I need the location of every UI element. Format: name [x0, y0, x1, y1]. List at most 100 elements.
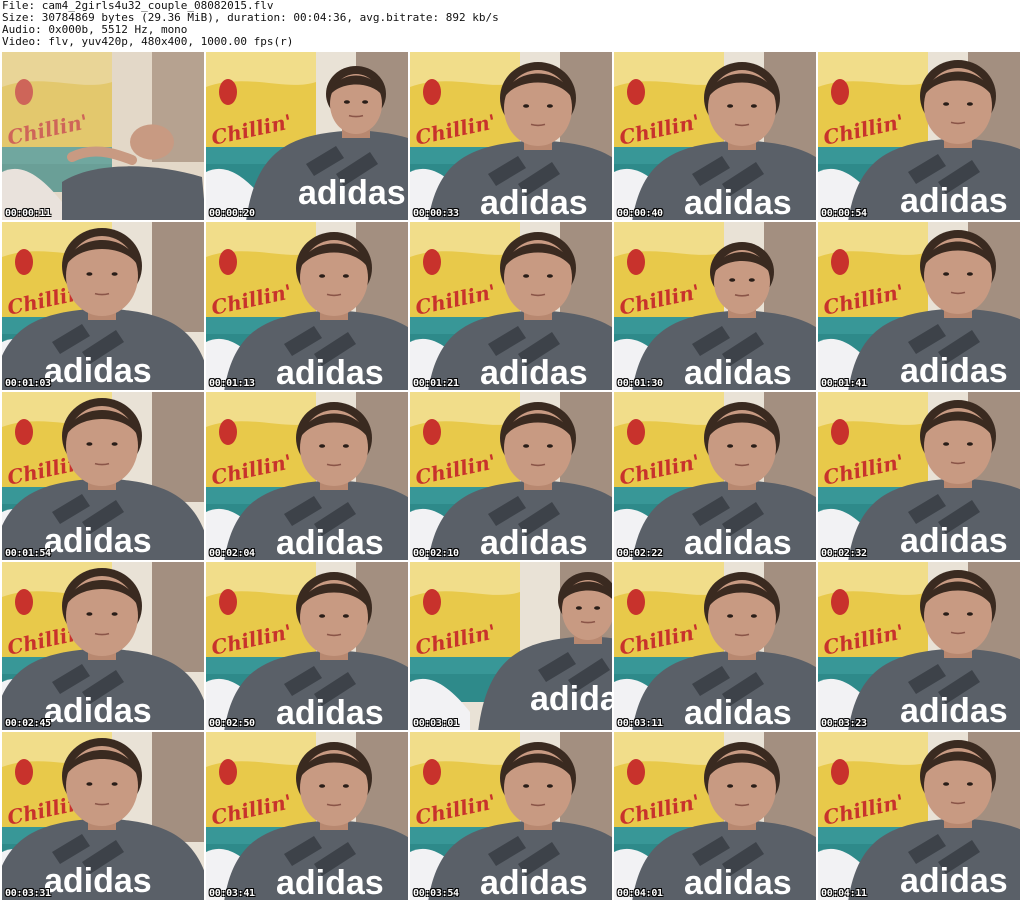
svg-text:adidas: adidas: [480, 524, 588, 560]
svg-text:adidas: adidas: [530, 680, 612, 718]
video-thumbnail: Chillin' adidas 00:01:41: [818, 222, 1020, 390]
video-thumbnail: Chillin'adidas00:03:01: [410, 562, 612, 730]
thumbnail-timestamp: 00:04:01: [617, 888, 663, 899]
thumbnail-timestamp: 00:01:54: [5, 548, 51, 559]
thumbnail-timestamp: 00:03:54: [413, 888, 459, 899]
thumbnail-timestamp: 00:02:04: [209, 548, 255, 559]
thumbnail-timestamp: 00:01:21: [413, 378, 459, 389]
thumbnail-image: Chillin'adidas: [614, 732, 816, 900]
video-info-line: Video: flv, yuv420p, 480x400, 1000.00 fp…: [2, 35, 294, 48]
svg-text:adidas: adidas: [44, 522, 152, 560]
thumbnail-image: Chillin'adidas: [614, 52, 816, 220]
svg-text:adidas: adidas: [276, 524, 384, 560]
thumbnail-image: Chillin': [2, 52, 204, 220]
video-thumbnail: Chillin' adidas 00:03:11: [614, 562, 816, 730]
svg-text:adidas: adidas: [276, 864, 384, 900]
thumbnail-image: Chillin'adidas: [614, 392, 816, 560]
thumbnail-timestamp: 00:03:31: [5, 888, 51, 899]
video-thumbnail: Chillin' adidas 00:02:45: [2, 562, 204, 730]
video-thumbnail: Chillin' adidas 00:02:04: [206, 392, 408, 560]
svg-text:adidas: adidas: [900, 692, 1008, 730]
video-thumbnail: Chillin' 00:00:11: [2, 52, 204, 220]
svg-text:adidas: adidas: [900, 522, 1008, 560]
video-thumbnail: Chillin' adidas 00:03:23: [818, 562, 1020, 730]
thumbnail-timestamp: 00:00:40: [617, 208, 663, 219]
svg-text:adidas: adidas: [480, 184, 588, 220]
svg-text:adidas: adidas: [684, 694, 792, 730]
thumbnail-timestamp: 00:00:20: [209, 208, 255, 219]
video-thumbnail: Chillin' adidas 00:04:11: [818, 732, 1020, 900]
svg-text:adidas: adidas: [44, 352, 152, 390]
thumbnail-image: Chillin'adidas: [206, 392, 408, 560]
thumbnail-image: Chillin'adidas: [410, 732, 612, 900]
svg-text:adidas: adidas: [276, 354, 384, 390]
svg-text:adidas: adidas: [44, 862, 152, 900]
thumbnail-timestamp: 00:02:10: [413, 548, 459, 559]
svg-text:adidas: adidas: [480, 354, 588, 390]
svg-text:adidas: adidas: [900, 862, 1008, 900]
video-thumbnail: Chillin' adidas 00:02:10: [410, 392, 612, 560]
thumbnail-timestamp: 00:01:03: [5, 378, 51, 389]
video-thumbnail: Chillin' adidas 00:02:22: [614, 392, 816, 560]
thumbnail-image: Chillin'adidas: [410, 392, 612, 560]
thumbnail-image: Chillin'adidas: [818, 392, 1020, 560]
svg-text:adidas: adidas: [684, 864, 792, 900]
thumbnail-timestamp: 00:02:45: [5, 718, 51, 729]
video-thumbnail: Chillin' adidas 00:03:31: [2, 732, 204, 900]
thumbnail-image: Chillin'adidas: [818, 222, 1020, 390]
video-thumbnail: Chillin' adidas 00:01:03: [2, 222, 204, 390]
thumbnail-timestamp: 00:03:23: [821, 718, 867, 729]
thumbnail-image: Chillin'adidas: [206, 52, 408, 220]
svg-text:adidas: adidas: [684, 184, 792, 220]
svg-text:adidas: adidas: [480, 864, 588, 900]
thumbnail-timestamp: 00:00:33: [413, 208, 459, 219]
video-thumbnail: Chillin' adidas 00:01:30: [614, 222, 816, 390]
video-thumbnail: Chillin' adidas 00:00:54: [818, 52, 1020, 220]
video-thumbnail: Chillin' adidas 00:00:33: [410, 52, 612, 220]
svg-text:adidas: adidas: [900, 352, 1008, 390]
video-thumbnail: Chillin' adidas 00:02:32: [818, 392, 1020, 560]
thumbnail-image: Chillin'adidas: [2, 732, 204, 900]
video-thumbnail: Chillin' adidas 00:03:54: [410, 732, 612, 900]
thumbnail-timestamp: 00:03:41: [209, 888, 255, 899]
thumbnail-image: Chillin'adidas: [818, 52, 1020, 220]
thumbnail-timestamp: 00:03:11: [617, 718, 663, 729]
thumbnail-image: Chillin'adidas: [614, 562, 816, 730]
thumbnail-timestamp: 00:03:01: [413, 718, 459, 729]
thumbnail-timestamp: 00:04:11: [821, 888, 867, 899]
thumbnail-image: Chillin'adidas: [2, 222, 204, 390]
video-thumbnail: Chillin' adidas 00:01:13: [206, 222, 408, 390]
thumbnail-image: Chillin'adidas: [410, 52, 612, 220]
thumbnail-image: Chillin'adidas: [614, 222, 816, 390]
file-info-header: File: cam4_2girls4u32_couple_08082015.fl…: [2, 0, 1022, 50]
video-thumbnail: Chillin' adidas 00:04:01: [614, 732, 816, 900]
video-thumbnail: Chillin' adidas 00:01:54: [2, 392, 204, 560]
thumbnail-timestamp: 00:01:41: [821, 378, 867, 389]
thumbnail-image: Chillin'adidas: [410, 222, 612, 390]
svg-text:adidas: adidas: [276, 694, 384, 730]
thumbnail-image: Chillin'adidas: [206, 732, 408, 900]
svg-text:adidas: adidas: [44, 692, 152, 730]
svg-text:adidas: adidas: [684, 354, 792, 390]
thumbnail-grid: Chillin' 00:00:11 Chillin' adidas 00:00:20 Ch…: [0, 50, 1024, 901]
thumbnail-image: Chillin'adidas: [410, 562, 612, 730]
svg-text:adidas: adidas: [900, 182, 1008, 220]
thumbnail-timestamp: 00:01:13: [209, 378, 255, 389]
svg-text:adidas: adidas: [684, 524, 792, 560]
thumbnail-image: Chillin'adidas: [2, 392, 204, 560]
video-thumbnail: Chillin' adidas 00:01:21: [410, 222, 612, 390]
thumbnail-image: Chillin'adidas: [206, 222, 408, 390]
thumbnail-timestamp: 00:02:22: [617, 548, 663, 559]
video-thumbnail: Chillin' adidas 00:02:50: [206, 562, 408, 730]
video-thumbnail: Chillin' adidas 00:00:20: [206, 52, 408, 220]
thumbnail-image: Chillin'adidas: [2, 562, 204, 730]
thumbnail-image: Chillin'adidas: [818, 562, 1020, 730]
thumbnail-timestamp: 00:02:32: [821, 548, 867, 559]
thumbnail-image: Chillin'adidas: [818, 732, 1020, 900]
thumbnail-timestamp: 00:02:50: [209, 718, 255, 729]
thumbnail-image: Chillin'adidas: [206, 562, 408, 730]
thumbnail-timestamp: 00:01:30: [617, 378, 663, 389]
thumbnail-timestamp: 00:00:11: [5, 208, 51, 219]
video-thumbnail: Chillin' adidas 00:00:40: [614, 52, 816, 220]
svg-text:adidas: adidas: [298, 174, 406, 212]
